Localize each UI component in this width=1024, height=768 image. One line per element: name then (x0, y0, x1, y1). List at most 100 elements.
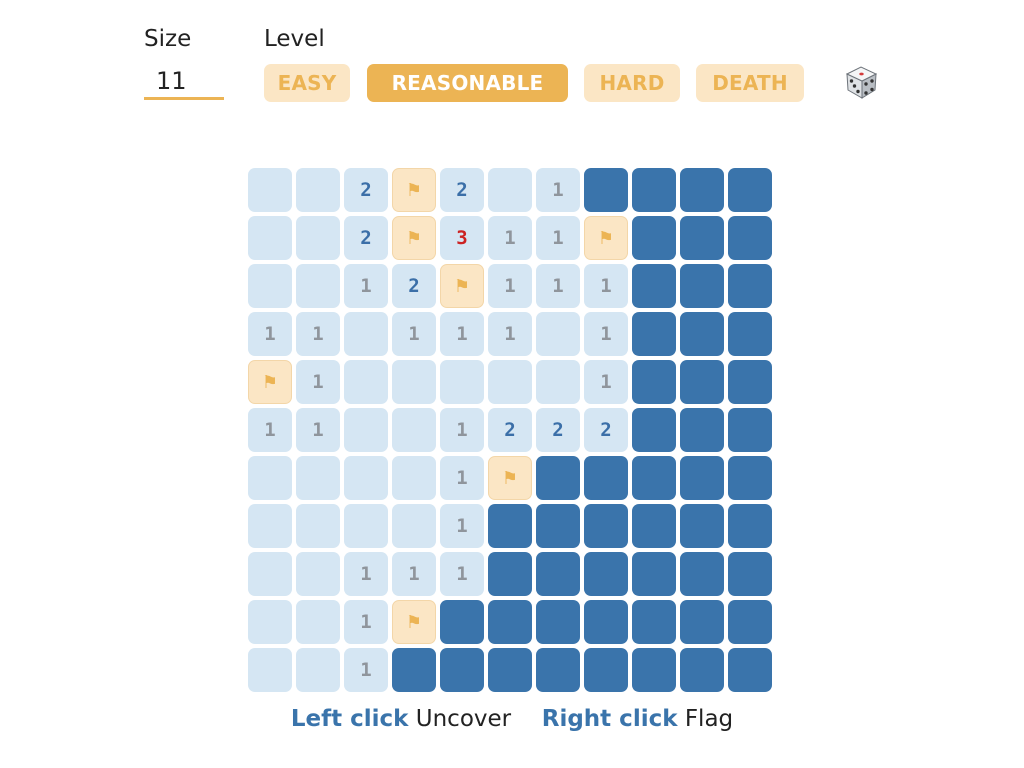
hidden-cell[interactable] (728, 264, 772, 308)
open-cell[interactable] (488, 168, 532, 212)
open-cell[interactable] (536, 360, 580, 404)
hidden-cell[interactable] (440, 648, 484, 692)
hidden-cell[interactable] (632, 264, 676, 308)
number-cell[interactable]: 1 (536, 168, 580, 212)
open-cell[interactable] (248, 216, 292, 260)
open-cell[interactable] (392, 456, 436, 500)
number-cell[interactable]: 1 (536, 216, 580, 260)
hidden-cell[interactable] (536, 648, 580, 692)
hidden-cell[interactable] (680, 600, 724, 644)
open-cell[interactable] (296, 216, 340, 260)
open-cell[interactable] (248, 552, 292, 596)
number-cell[interactable]: 1 (296, 312, 340, 356)
hidden-cell[interactable] (488, 504, 532, 548)
number-cell[interactable]: 1 (296, 408, 340, 452)
open-cell[interactable] (296, 504, 340, 548)
hidden-cell[interactable] (680, 216, 724, 260)
open-cell[interactable] (344, 504, 388, 548)
hidden-cell[interactable] (632, 648, 676, 692)
hidden-cell[interactable] (632, 168, 676, 212)
open-cell[interactable] (296, 600, 340, 644)
open-cell[interactable] (296, 648, 340, 692)
hidden-cell[interactable] (632, 216, 676, 260)
open-cell[interactable] (488, 360, 532, 404)
hidden-cell[interactable] (680, 360, 724, 404)
open-cell[interactable] (536, 312, 580, 356)
hidden-cell[interactable] (680, 168, 724, 212)
hidden-cell[interactable] (728, 552, 772, 596)
hidden-cell[interactable] (584, 600, 628, 644)
open-cell[interactable] (248, 264, 292, 308)
hidden-cell[interactable] (728, 504, 772, 548)
number-cell[interactable]: 2 (488, 408, 532, 452)
number-cell[interactable]: 2 (392, 264, 436, 308)
hidden-cell[interactable] (392, 648, 436, 692)
open-cell[interactable] (296, 552, 340, 596)
hidden-cell[interactable] (680, 504, 724, 548)
hidden-cell[interactable] (632, 552, 676, 596)
flagged-cell[interactable]: ⚑ (248, 360, 292, 404)
hidden-cell[interactable] (584, 168, 628, 212)
number-cell[interactable]: 3 (440, 216, 484, 260)
number-cell[interactable]: 2 (344, 168, 388, 212)
number-cell[interactable]: 2 (584, 408, 628, 452)
hidden-cell[interactable] (536, 456, 580, 500)
number-cell[interactable]: 1 (488, 264, 532, 308)
level-easy-button[interactable]: EASY (264, 64, 350, 102)
number-cell[interactable]: 2 (440, 168, 484, 212)
number-cell[interactable]: 1 (488, 216, 532, 260)
flagged-cell[interactable]: ⚑ (392, 216, 436, 260)
hidden-cell[interactable] (488, 552, 532, 596)
hidden-cell[interactable] (584, 504, 628, 548)
open-cell[interactable] (248, 168, 292, 212)
hidden-cell[interactable] (536, 552, 580, 596)
flagged-cell[interactable]: ⚑ (392, 168, 436, 212)
dice-icon[interactable] (844, 65, 878, 99)
open-cell[interactable] (296, 168, 340, 212)
hidden-cell[interactable] (728, 168, 772, 212)
hidden-cell[interactable] (728, 408, 772, 452)
number-cell[interactable]: 1 (584, 264, 628, 308)
number-cell[interactable]: 1 (584, 312, 628, 356)
level-reasonable-button[interactable]: REASONABLE (367, 64, 568, 102)
hidden-cell[interactable] (632, 456, 676, 500)
number-cell[interactable]: 1 (344, 264, 388, 308)
number-cell[interactable]: 2 (344, 216, 388, 260)
hidden-cell[interactable] (632, 600, 676, 644)
hidden-cell[interactable] (632, 312, 676, 356)
open-cell[interactable] (440, 360, 484, 404)
open-cell[interactable] (392, 504, 436, 548)
number-cell[interactable]: 1 (248, 408, 292, 452)
number-cell[interactable]: 1 (440, 408, 484, 452)
open-cell[interactable] (248, 648, 292, 692)
open-cell[interactable] (296, 264, 340, 308)
hidden-cell[interactable] (680, 456, 724, 500)
flagged-cell[interactable]: ⚑ (584, 216, 628, 260)
hidden-cell[interactable] (632, 408, 676, 452)
hidden-cell[interactable] (584, 552, 628, 596)
number-cell[interactable]: 1 (296, 360, 340, 404)
open-cell[interactable] (344, 360, 388, 404)
level-death-button[interactable]: DEATH (696, 64, 804, 102)
flagged-cell[interactable]: ⚑ (392, 600, 436, 644)
hidden-cell[interactable] (728, 600, 772, 644)
hidden-cell[interactable] (536, 504, 580, 548)
hidden-cell[interactable] (536, 600, 580, 644)
number-cell[interactable]: 1 (440, 504, 484, 548)
flagged-cell[interactable]: ⚑ (488, 456, 532, 500)
hidden-cell[interactable] (728, 456, 772, 500)
number-cell[interactable]: 1 (344, 552, 388, 596)
open-cell[interactable] (248, 504, 292, 548)
number-cell[interactable]: 1 (584, 360, 628, 404)
hidden-cell[interactable] (680, 408, 724, 452)
open-cell[interactable] (344, 312, 388, 356)
hidden-cell[interactable] (728, 360, 772, 404)
hidden-cell[interactable] (728, 216, 772, 260)
number-cell[interactable]: 1 (344, 648, 388, 692)
number-cell[interactable]: 1 (248, 312, 292, 356)
level-hard-button[interactable]: HARD (584, 64, 680, 102)
number-cell[interactable]: 1 (488, 312, 532, 356)
hidden-cell[interactable] (632, 504, 676, 548)
number-cell[interactable]: 1 (440, 312, 484, 356)
number-cell[interactable]: 1 (392, 552, 436, 596)
